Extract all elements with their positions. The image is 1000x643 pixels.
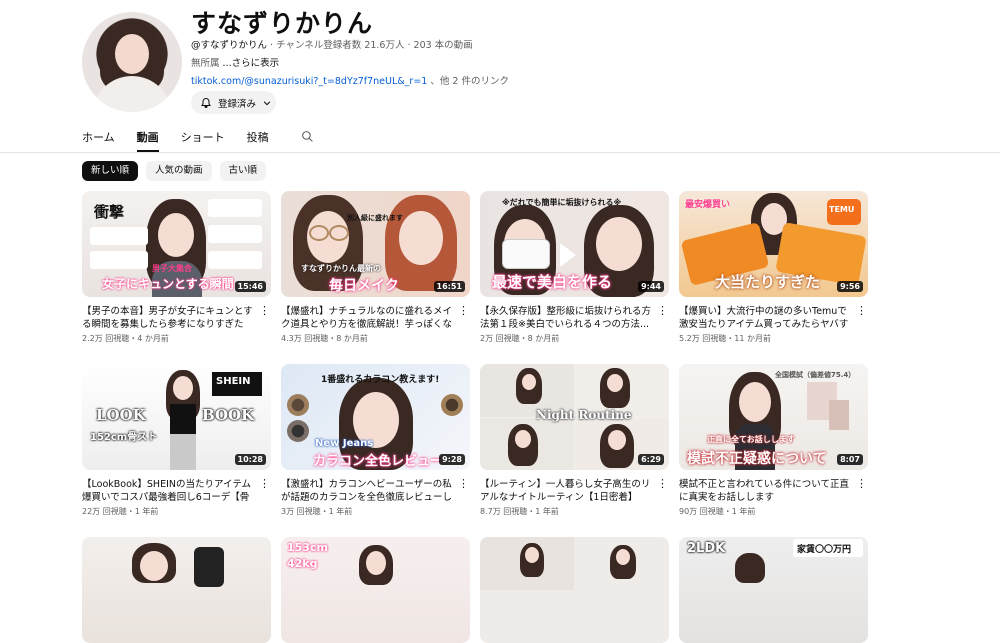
channel-links: tiktok.com/@sunazurisuki?_t=8dYz7f7neUL&… <box>191 73 509 87</box>
video-title[interactable]: 【激盛れ】カラコンヘビーユーザーの私が話題のカラコンを全色徹底レビューしてみた <box>281 478 453 504</box>
tab-shorts[interactable]: ショート <box>181 125 225 149</box>
video-thumbnail[interactable]: TEMU 最安爆買い 大当たりすぎた 9:56 <box>679 191 868 297</box>
more-options-icon[interactable]: ⋮ <box>856 478 867 492</box>
video-title[interactable]: 模試不正と言われている件について正直に真実をお話しします <box>679 478 851 504</box>
video-title[interactable]: 【爆盛れ】ナチュラルなのに盛れるメイク道具とやり方を徹底解説！芋っぽくならずー.… <box>281 305 453 331</box>
channel-meta: @すなずりかりん · チャンネル登録者数 21.6万人 · 203 本の動画 <box>191 40 473 51</box>
video-thumbnail[interactable]: 別人級に盛れます すなずりかりん最新の 毎日メイク 16:51 <box>281 191 470 297</box>
more-options-icon[interactable]: ⋮ <box>657 478 668 492</box>
video-thumbnail[interactable]: 153cm 42kg <box>281 537 470 643</box>
video-count: 203 本の動画 <box>413 40 473 51</box>
duration-badge: 15:46 <box>234 281 266 292</box>
more-options-icon[interactable]: ⋮ <box>458 478 469 492</box>
chip-oldest[interactable]: 古い順 <box>219 161 267 181</box>
video-thumbnail[interactable]: Night Routine 6:29 <box>480 364 669 470</box>
chevron-down-icon <box>262 98 272 108</box>
chip-popular[interactable]: 人気の動画 <box>146 161 212 181</box>
video-meta: 22万 回視聴・1 年前 <box>82 507 159 516</box>
video-thumbnail[interactable]: ※だれでも簡単に垢抜けられる※ 最速で美白を作る 9:44 <box>480 191 669 297</box>
video-thumbnail[interactable] <box>480 537 669 643</box>
subscriber-count: チャンネル登録者数 21.6万人 <box>276 40 405 51</box>
duration-badge: 9:44 <box>638 281 664 292</box>
tab-videos[interactable]: 動画 <box>136 125 159 152</box>
video-title[interactable]: 【男子の本音】男子が女子にキュンとする瞬間を募集したら参考になりすぎた <box>82 305 254 331</box>
more-options-icon[interactable]: ⋮ <box>259 478 270 492</box>
video-meta: 90万 回視聴・1 年前 <box>679 507 756 516</box>
video-title[interactable]: 【LookBook】SHEINの当たりアイテム爆買いでコスパ最強着回し6コーデ【… <box>82 478 254 504</box>
video-title[interactable]: 【永久保存版】整形級に垢抜けられる方法第１段※美白でいられる４つの方法... <box>480 305 652 331</box>
show-more-link[interactable]: ...さらに表示 <box>223 58 280 69</box>
more-options-icon[interactable]: ⋮ <box>259 305 270 319</box>
bell-icon <box>200 97 212 109</box>
other-links[interactable]: 、他 2 件のリンク <box>427 76 509 87</box>
more-options-icon[interactable]: ⋮ <box>458 305 469 319</box>
duration-badge: 16:51 <box>433 281 465 292</box>
subscribed-button[interactable]: 登録済み <box>191 91 276 114</box>
channel-avatar[interactable] <box>82 12 182 112</box>
video-thumbnail[interactable]: 1番盛れるカラコン教えます! New Jeans カラコン全色レビュー 9:28 <box>281 364 470 470</box>
duration-badge: 8:07 <box>837 454 863 465</box>
video-thumbnail[interactable] <box>82 537 271 643</box>
subscribed-label: 登録済み <box>218 98 257 110</box>
more-options-icon[interactable]: ⋮ <box>856 305 867 319</box>
video-thumbnail[interactable]: 2LDK 家賃〇〇万円 <box>679 537 868 643</box>
video-meta: 5.2万 回視聴・11 か月前 <box>679 334 771 343</box>
tab-posts[interactable]: 投稿 <box>247 125 269 149</box>
sort-chips: 新しい順 人気の動画 古い順 <box>82 161 267 181</box>
tiktok-link[interactable]: tiktok.com/@sunazurisuki?_t=8dYz7f7neUL&… <box>191 76 427 87</box>
video-title[interactable]: 【爆買い】大流行中の謎の多いTemuで激安当たりアイテム買ってみたらヤバすぎた <box>679 305 851 331</box>
video-meta: 3万 回視聴・1 年前 <box>281 507 353 516</box>
video-thumbnail[interactable]: SHEIN LOOK BOOK 152cm骨スト 10:28 <box>82 364 271 470</box>
channel-handle: @すなずりかりん <box>191 40 268 51</box>
tab-home[interactable]: ホーム <box>82 125 115 149</box>
video-meta: 8.7万 回視聴・1 年前 <box>480 507 559 516</box>
video-thumbnail[interactable]: 衝撃 男子大集合 女子にキュンとする瞬間 15:46 <box>82 191 271 297</box>
duration-badge: 9:28 <box>439 454 465 465</box>
more-options-icon[interactable]: ⋮ <box>657 305 668 319</box>
duration-badge: 6:29 <box>638 454 664 465</box>
tabs-divider <box>0 152 1000 153</box>
duration-badge: 10:28 <box>234 454 266 465</box>
video-meta: 2万 回視聴・8 か月前 <box>480 334 560 343</box>
video-meta: 2.2万 回視聴・4 か月前 <box>82 334 169 343</box>
thumb-caption: 全国模試（偏差値75.4） <box>775 371 856 379</box>
duration-badge: 9:56 <box>837 281 863 292</box>
chip-newest[interactable]: 新しい順 <box>82 161 139 181</box>
channel-name: すなずりかりん <box>191 9 374 38</box>
video-thumbnail[interactable]: 全国模試（偏差値75.4） 正直に全てお話しします 模試不正疑惑について 8:0… <box>679 364 868 470</box>
video-title[interactable]: 【ルーティン】一人暮らし女子高生のリアルなナイトルーティン【1日密着】 <box>480 478 652 504</box>
search-icon[interactable] <box>301 128 314 153</box>
video-meta: 4.3万 回視聴・8 か月前 <box>281 334 368 343</box>
channel-description: 無所属 ...さらに表示 <box>191 58 280 69</box>
channel-tabs: ホーム 動画 ショート 投稿 <box>82 125 314 153</box>
